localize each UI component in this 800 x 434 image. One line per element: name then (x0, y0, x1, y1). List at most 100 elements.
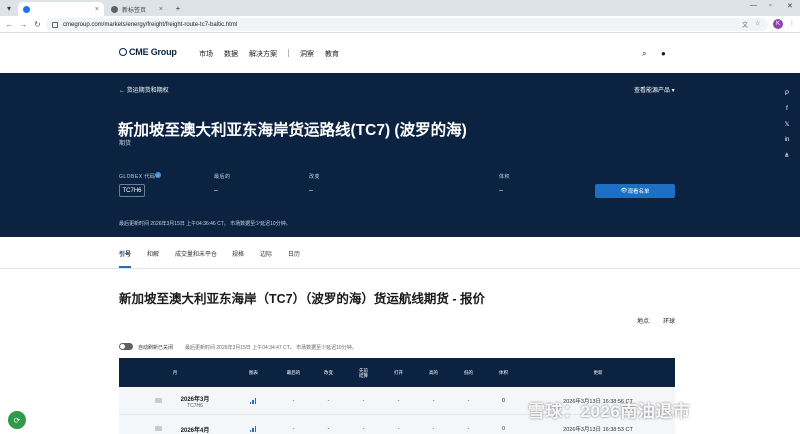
month-cell: 2026年4月 (159, 415, 231, 434)
app-badge-icon[interactable]: ⟳ (8, 411, 26, 429)
new-tab-icon[interactable]: + (172, 2, 184, 14)
hero-update-note: 最后更新时间 2026年3月15日 上午04:36:46 CT。 市场数据至少延… (119, 221, 291, 227)
back-link[interactable]: ← 货运期货和期权 (119, 85, 169, 94)
tab-quotes[interactable]: 引号 (119, 249, 131, 258)
nav-divider (288, 49, 289, 57)
active-tab-indicator (119, 266, 131, 268)
share-icon[interactable]: ⋔ (782, 150, 792, 160)
maximize-icon[interactable]: ▫ (769, 2, 771, 9)
cell-change: - (327, 398, 330, 404)
cell-last: - (292, 398, 295, 404)
th-updated: 更新 (593, 370, 603, 375)
tab-volume-oi[interactable]: 成交量和未平仓 (175, 249, 217, 258)
profile-avatar[interactable]: K (773, 19, 783, 29)
window-close-icon[interactable]: ✕ (787, 2, 793, 10)
auto-refresh-label: 自动刷新已关闭 (138, 345, 174, 351)
tab-title: 新标签页 (122, 7, 147, 14)
tab-specs[interactable]: 规格 (232, 249, 244, 258)
reload-icon[interactable]: ↻ (32, 19, 43, 30)
pinterest-icon[interactable]: P (782, 89, 792, 99)
cell-change: - (327, 426, 330, 432)
tab-calendar[interactable]: 日历 (288, 249, 300, 258)
location-label: 地点: (637, 319, 651, 325)
bookmark-star-icon[interactable]: ☆ (755, 20, 760, 27)
cell-volume: 0 (501, 398, 506, 404)
nav-markets[interactable]: 市场 (199, 49, 213, 59)
page-title: 新加坡至澳大利亚东海岸货运路线(TC7) (波罗的海) (118, 122, 467, 139)
cell-low: - (467, 398, 470, 404)
th-low: 低的 (464, 370, 473, 375)
tab-margins[interactable]: 边际 (260, 249, 272, 258)
th-open: 打开 (394, 370, 403, 375)
cme-logo[interactable]: CME Group (119, 47, 177, 57)
cell-open: - (397, 398, 400, 404)
watermark-text: 雪球：2026南油退市 (528, 402, 691, 421)
back-icon[interactable]: ← (4, 19, 15, 30)
th-last: 最后的 (286, 370, 301, 375)
cell-last: - (292, 426, 295, 432)
logo-text: CME Group (129, 47, 177, 57)
month-label: 2026年4月 (180, 427, 210, 434)
browser-tab-active[interactable]: × (18, 2, 104, 16)
browser-tab-new[interactable]: 新标签页 × (106, 2, 168, 16)
auto-refresh-toggle[interactable] (119, 343, 133, 350)
browser-tab-bar: ▾ × 新标签页 × + — ▫ ✕ (0, 0, 800, 16)
forward-icon[interactable]: → (18, 19, 29, 30)
product-subtabs: 引号 和解 成交量和未平仓 规格 边际 日历 (0, 237, 800, 269)
globex-code-value: TC7H6 (119, 184, 145, 197)
tab-close-icon[interactable]: × (159, 6, 163, 13)
th-high: 高的 (429, 370, 438, 375)
cell-prior: - (362, 398, 365, 404)
table-header: 月 图表 最后的 改变 先前 结算 打开 高的 低的 体积 更新 (119, 358, 675, 387)
toggle-knob (120, 344, 125, 349)
favicon-icon (23, 5, 30, 13)
linkedin-icon[interactable]: in (782, 135, 792, 145)
volume-value: – (499, 187, 503, 194)
cell-high: - (432, 398, 435, 404)
last-label: 最后的 (214, 174, 231, 180)
cell-open: - (397, 426, 400, 432)
user-icon[interactable]: ● (661, 49, 666, 58)
x-twitter-icon[interactable]: 𝕏 (782, 119, 792, 129)
quotes-heading: 新加坡至澳大利亚东海岸（TC7）（波罗的海）货运航线期货 - 报价 (119, 292, 485, 306)
nav-data[interactable]: 数据 (224, 49, 238, 59)
th-month: 月 (172, 370, 178, 375)
cell-volume: 0 (501, 426, 506, 432)
nav-education[interactable]: 教育 (325, 49, 339, 59)
minimize-icon[interactable]: — (750, 2, 757, 9)
view-energy-dropdown[interactable]: 查看能源产品 ▾ (634, 85, 675, 94)
favicon-icon (111, 5, 118, 13)
globe-icon (119, 48, 127, 56)
globex-code-label: GLOBEX 代码 (119, 174, 156, 180)
location-value[interactable]: 环球 (663, 316, 675, 325)
site-header: CME Group 市场 数据 解决方案 洞察 教育 ⌕ ● (0, 33, 800, 73)
facebook-icon[interactable]: f (782, 104, 792, 114)
watchlist-label: 观看名单 (627, 189, 650, 195)
th-prior-settle: 先前 结算 (359, 367, 368, 378)
info-icon[interactable]: i (155, 172, 161, 178)
chart-bars-icon[interactable] (231, 387, 276, 415)
chart-bars-icon[interactable] (231, 415, 276, 434)
tab-search-icon[interactable]: ▾ (3, 2, 15, 14)
translate-icon[interactable]: 文 (742, 20, 748, 29)
th-chart: 图表 (249, 370, 258, 375)
th-change: 改变 (324, 370, 333, 375)
search-icon[interactable]: ⌕ (642, 49, 646, 59)
eye-icon: 👁 (620, 188, 628, 194)
volume-label: 体积 (499, 174, 511, 180)
nav-insights[interactable]: 洞察 (300, 49, 314, 59)
back-link-label: 货运期货和期权 (126, 88, 169, 94)
tab-close-icon[interactable]: × (95, 6, 99, 13)
last-value: – (214, 187, 218, 194)
hero-banner: ← 货运期货和期权 查看能源产品 ▾ 新加坡至澳大利亚东海岸货运路线(TC7) … (0, 73, 800, 237)
menu-kebab-icon[interactable]: ⋮ (789, 20, 795, 27)
month-label: 2026年3月 (180, 396, 210, 403)
tab-settlements[interactable]: 和解 (147, 249, 159, 258)
site-info-icon[interactable] (52, 21, 58, 28)
nav-solutions[interactable]: 解决方案 (249, 49, 277, 59)
address-bar[interactable]: cmegroup.com/markets/energy/freight/frei… (46, 18, 768, 31)
watchlist-button[interactable]: 👁 观看名单 (595, 184, 675, 198)
cell-prior: - (362, 426, 365, 432)
url-text: cmegroup.com/markets/energy/freight/frei… (63, 21, 238, 28)
view-energy-label: 查看能源产品 (634, 88, 671, 94)
